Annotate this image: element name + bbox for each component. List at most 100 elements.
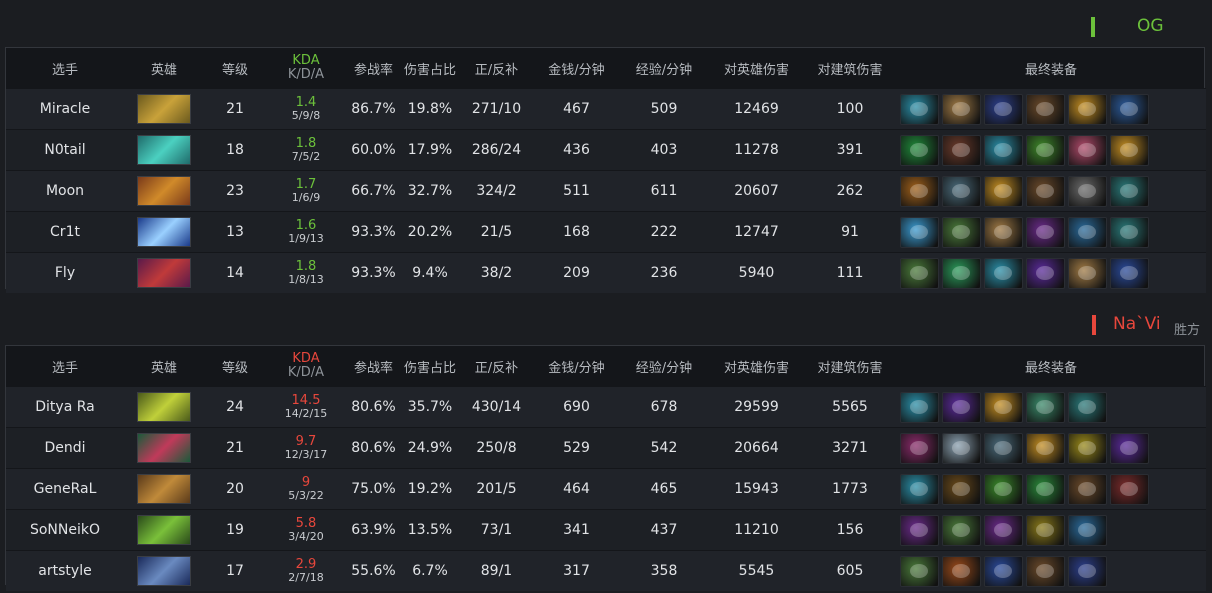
hero-portrait-icon[interactable] bbox=[137, 515, 191, 545]
player-row[interactable]: artstyle 17 2.9 2/7/18 55.6% 6.7% 89/1 317 358 55… bbox=[6, 550, 1206, 591]
helm-icon[interactable] bbox=[1068, 93, 1107, 125]
final-items bbox=[896, 510, 1206, 551]
book-icon[interactable] bbox=[942, 473, 981, 505]
mask-icon[interactable] bbox=[1110, 175, 1149, 207]
player-row[interactable]: GeneRaL 20 9 5/3/22 75.0% 19.2% 201/5 464 465 159… bbox=[6, 468, 1206, 510]
hero-portrait-icon[interactable] bbox=[137, 392, 191, 422]
staff-icon[interactable] bbox=[1068, 555, 1107, 587]
hero-damage: 5545 bbox=[738, 563, 775, 579]
axe-icon[interactable] bbox=[1068, 175, 1107, 207]
player-row[interactable]: Cr1t 13 1.6 1/9/13 93.3% 20.2% 21/5 168 222 12747… bbox=[6, 211, 1206, 253]
gauntlet-icon[interactable] bbox=[900, 175, 939, 207]
battlefury-icon[interactable] bbox=[900, 473, 939, 505]
player-row[interactable]: SoNNeikO 19 5.8 3/4/20 63.9% 13.5% 73/1 341 437 1… bbox=[6, 509, 1206, 551]
ghost-icon[interactable] bbox=[1026, 391, 1065, 423]
player-row[interactable]: Ditya Ra 24 14.5 14/2/15 80.6% 35.7% 430/14 690… bbox=[6, 386, 1206, 428]
boots-icon[interactable] bbox=[1026, 93, 1065, 125]
hero bbox=[124, 253, 204, 294]
boots-icon[interactable] bbox=[1026, 175, 1065, 207]
col-level: 等级 bbox=[221, 62, 248, 78]
skull-icon[interactable] bbox=[1110, 257, 1149, 289]
armor-icon[interactable] bbox=[942, 555, 981, 587]
battlefury-icon[interactable] bbox=[984, 134, 1023, 166]
col-hero: 英雄 bbox=[150, 62, 177, 78]
wand-icon[interactable] bbox=[900, 257, 939, 289]
battlefury-icon[interactable] bbox=[900, 391, 939, 423]
kda: 1.8 7/5/2 bbox=[266, 130, 346, 171]
purple-claw-icon[interactable] bbox=[942, 391, 981, 423]
col-gpm: 金钱/分钟 bbox=[548, 360, 605, 376]
wand-icon[interactable] bbox=[900, 555, 939, 587]
boots-icon[interactable] bbox=[1026, 555, 1065, 587]
hero-portrait-icon[interactable] bbox=[137, 556, 191, 586]
kda-detail: 7/5/2 bbox=[291, 150, 321, 163]
skull-icon[interactable] bbox=[942, 175, 981, 207]
col-participation: 参战率 bbox=[353, 62, 393, 78]
purple-cloak-icon[interactable] bbox=[900, 514, 939, 546]
damage-share: 20.2% bbox=[407, 224, 453, 240]
staff-icon[interactable] bbox=[984, 93, 1023, 125]
boots-icon[interactable] bbox=[942, 134, 981, 166]
mask-icon[interactable] bbox=[1068, 391, 1107, 423]
wings-icon[interactable] bbox=[984, 555, 1023, 587]
pouch-icon[interactable] bbox=[984, 514, 1023, 546]
cup-icon[interactable] bbox=[1068, 432, 1107, 464]
player-row[interactable]: N0tail 18 1.8 7/5/2 60.0% 17.9% 286/24 436 403 11… bbox=[6, 129, 1206, 171]
helm-icon[interactable] bbox=[984, 175, 1023, 207]
flower-icon[interactable] bbox=[1068, 134, 1107, 166]
orb-icon[interactable] bbox=[1110, 93, 1149, 125]
hero-portrait-icon[interactable] bbox=[137, 258, 191, 288]
gold-per-minute: 436 bbox=[563, 142, 590, 158]
player-row[interactable]: Miracle 21 1.4 5/9/8 86.7% 19.8% 271/10 467 509 1… bbox=[6, 88, 1206, 130]
hero-portrait-icon[interactable] bbox=[137, 135, 191, 165]
hero-portrait-icon[interactable] bbox=[137, 176, 191, 206]
leaf-icon[interactable] bbox=[942, 257, 981, 289]
helm-icon[interactable] bbox=[1026, 432, 1065, 464]
kda: 9 5/3/22 bbox=[266, 469, 346, 510]
skull-icon[interactable] bbox=[984, 432, 1023, 464]
purple-orb-icon[interactable] bbox=[1026, 257, 1065, 289]
demon-mask-icon[interactable] bbox=[1110, 473, 1149, 505]
participation-rate: 93.3% bbox=[351, 265, 396, 281]
battlefury-icon[interactable] bbox=[900, 93, 939, 125]
wand-icon[interactable] bbox=[942, 514, 981, 546]
boots-icon[interactable] bbox=[1068, 473, 1107, 505]
green-gem-icon[interactable] bbox=[1026, 473, 1065, 505]
hero-level: 18 bbox=[226, 142, 244, 158]
player-row[interactable]: Fly 14 1.8 1/8/13 93.3% 9.4% 38/2 209 236 5940 111 bbox=[6, 252, 1206, 294]
orb-icon[interactable] bbox=[1068, 514, 1107, 546]
pouch-icon[interactable] bbox=[1026, 216, 1065, 248]
staff-icon[interactable] bbox=[1026, 514, 1065, 546]
xp-per-minute: 509 bbox=[650, 101, 678, 117]
gem-icon[interactable] bbox=[900, 432, 939, 464]
hero-level: 23 bbox=[226, 183, 244, 199]
damage-share: 9.4% bbox=[412, 265, 448, 281]
col-player: 选手 bbox=[51, 360, 78, 376]
purple-claw-icon[interactable] bbox=[1110, 432, 1149, 464]
scroll-icon[interactable] bbox=[1068, 257, 1107, 289]
hero-portrait-icon[interactable] bbox=[137, 217, 191, 247]
battlefury-icon[interactable] bbox=[984, 257, 1023, 289]
hero-portrait-icon[interactable] bbox=[137, 474, 191, 504]
hero-portrait-icon[interactable] bbox=[137, 94, 191, 124]
building-damage: 3271 bbox=[832, 440, 868, 456]
swirl-icon[interactable] bbox=[942, 432, 981, 464]
helm-icon[interactable] bbox=[984, 391, 1023, 423]
player-row[interactable]: Dendi 21 9.7 12/3/17 80.6% 24.9% 250/8 529 542 20… bbox=[6, 427, 1206, 469]
hero bbox=[124, 171, 204, 212]
hero-portrait-icon[interactable] bbox=[137, 433, 191, 463]
green-orb-icon[interactable] bbox=[1026, 134, 1065, 166]
helm-icon[interactable] bbox=[1110, 134, 1149, 166]
mask-icon[interactable] bbox=[1110, 216, 1149, 248]
orb-icon[interactable] bbox=[1068, 216, 1107, 248]
scroll-icon[interactable] bbox=[942, 93, 981, 125]
team-header-navi: Na`Vi 胜方 bbox=[912, 311, 1212, 339]
hero-level: 24 bbox=[226, 399, 244, 415]
scroll-icon[interactable] bbox=[984, 216, 1023, 248]
player-row[interactable]: Moon 23 1.7 1/6/9 66.7% 32.7% 324/2 511 611 20607… bbox=[6, 170, 1206, 212]
green-ring-icon[interactable] bbox=[900, 134, 939, 166]
wand-icon[interactable] bbox=[942, 216, 981, 248]
crystal-icon[interactable] bbox=[900, 216, 939, 248]
kda: 1.7 1/6/9 bbox=[266, 171, 346, 212]
green-swirl-icon[interactable] bbox=[984, 473, 1023, 505]
